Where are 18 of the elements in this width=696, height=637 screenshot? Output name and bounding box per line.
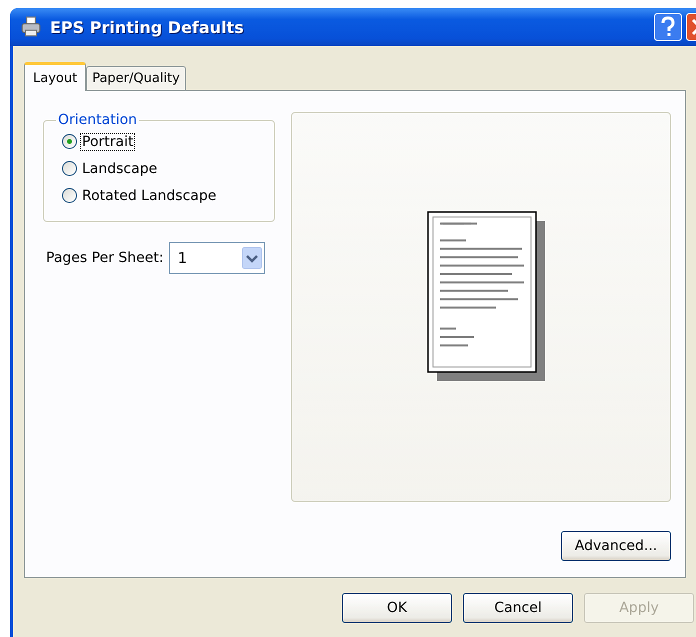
radio-button[interactable]	[62, 134, 77, 149]
help-icon[interactable]	[654, 13, 682, 41]
dialog-button[interactable]: OK	[342, 593, 452, 623]
tab[interactable]: Paper/Quality	[86, 66, 186, 90]
pages-per-sheet-dropdown[interactable]: 1	[168, 242, 265, 274]
radio-label: Rotated Landscape	[81, 186, 218, 204]
radio-label: Landscape	[81, 160, 158, 178]
dialog-button[interactable]: Cancel	[463, 593, 573, 623]
radio-button[interactable]	[62, 188, 77, 203]
radio-button[interactable]	[62, 161, 77, 176]
tab[interactable]: Layout	[24, 62, 86, 91]
printer-icon	[20, 16, 42, 38]
advanced-button[interactable]: Advanced...	[561, 531, 671, 561]
radio-label: Portrait	[80, 132, 136, 150]
group-title: Orientation	[57, 112, 138, 128]
caret-icon	[242, 245, 262, 271]
window-title: EPS Printing Defaults	[50, 18, 245, 36]
pages-per-sheet-label: Pages Per Sheet:	[46, 250, 164, 266]
